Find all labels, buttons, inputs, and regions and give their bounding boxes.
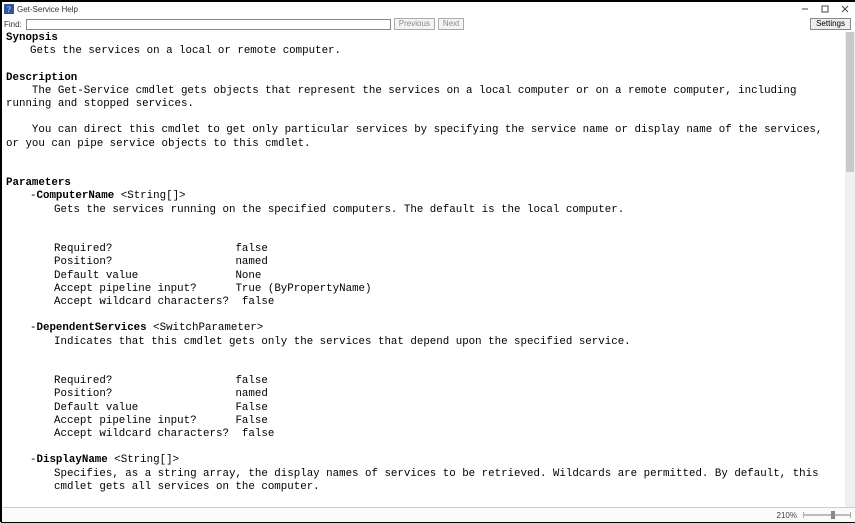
param-name: DisplayName: [36, 454, 107, 466]
attr-row: Position? named: [54, 388, 268, 400]
find-label: Find:: [4, 20, 22, 29]
attr-row: Required? false: [54, 243, 268, 255]
zoom-level: 210%: [777, 511, 797, 520]
description-paragraph-1: The Get-Service cmdlet gets objects that…: [6, 85, 841, 111]
find-bar: Find: Previous Next Settings: [2, 16, 855, 32]
attr-row: Accept wildcard characters? false: [54, 428, 274, 440]
param-desc-displayname: Specifies, as a string array, the displa…: [6, 468, 841, 494]
spacer: [6, 349, 841, 362]
param-header-computername: -ComputerName <String[]>: [6, 190, 841, 203]
description-heading: Description: [6, 72, 841, 85]
param-attrs-computername: Required? false Position? named Default …: [6, 243, 841, 309]
param-name: DependentServices: [36, 322, 146, 334]
app-icon: ?: [4, 4, 14, 14]
help-viewport[interactable]: Synopsis Gets the services on a local or…: [2, 32, 845, 508]
title-bar: ? Get-Service Help: [2, 2, 855, 16]
spacer: [6, 111, 841, 124]
zoom-slider[interactable]: [803, 512, 851, 518]
scrollbar-thumb[interactable]: [846, 32, 854, 172]
param-desc-dependentservices: Indicates that this cmdlet gets only the…: [6, 336, 841, 349]
find-next-button[interactable]: Next: [438, 18, 464, 30]
param-header-displayname: -DisplayName <String[]>: [6, 454, 841, 467]
attr-row: Required? false: [54, 375, 268, 387]
synopsis-heading: Synopsis: [6, 32, 841, 45]
status-bar: 210%: [2, 507, 855, 522]
param-type: <String[]>: [114, 190, 185, 202]
find-previous-button[interactable]: Previous: [394, 18, 435, 30]
window-title: Get-Service Help: [17, 5, 795, 14]
param-type: <SwitchParameter>: [147, 322, 264, 334]
attr-row: Accept pipeline input? False: [54, 415, 268, 427]
window-control-buttons: [795, 2, 855, 16]
spacer: [6, 441, 841, 454]
settings-button[interactable]: Settings: [810, 18, 851, 30]
help-content: Synopsis Gets the services on a local or…: [2, 32, 845, 508]
description-text-1: The Get-Service cmdlet gets objects that…: [6, 85, 796, 110]
find-input[interactable]: [26, 19, 391, 30]
minimize-button[interactable]: [795, 2, 815, 16]
attr-row: Default value False: [54, 402, 268, 414]
spacer: [6, 151, 841, 164]
attr-row: Position? named: [54, 256, 268, 268]
svg-text:?: ?: [7, 5, 11, 14]
param-attrs-dependentservices: Required? false Position? named Default …: [6, 375, 841, 441]
param-type: <String[]>: [108, 454, 179, 466]
maximize-button[interactable]: [815, 2, 835, 16]
spacer: [6, 494, 841, 507]
synopsis-text: Gets the services on a local or remote c…: [6, 45, 841, 58]
vertical-scrollbar[interactable]: [845, 32, 855, 508]
close-button[interactable]: [835, 2, 855, 16]
parameters-heading: Parameters: [6, 177, 841, 190]
spacer: [6, 164, 841, 177]
spacer: [6, 217, 841, 230]
attr-row: Accept pipeline input? True (ByPropertyN…: [54, 283, 372, 295]
spacer: [6, 362, 841, 375]
attr-row: Default value None: [54, 270, 261, 282]
param-desc-computername: Gets the services running on the specifi…: [6, 204, 841, 217]
param-name: ComputerName: [36, 190, 114, 202]
spacer: [6, 309, 841, 322]
attr-row: Accept wildcard characters? false: [54, 296, 274, 308]
spacer: [6, 58, 841, 71]
zoom-slider-knob[interactable]: [831, 511, 835, 519]
description-paragraph-2: You can direct this cmdlet to get only p…: [6, 124, 841, 150]
param-header-dependentservices: -DependentServices <SwitchParameter>: [6, 322, 841, 335]
spacer: [6, 230, 841, 243]
description-text-2: You can direct this cmdlet to get only p…: [6, 124, 822, 149]
